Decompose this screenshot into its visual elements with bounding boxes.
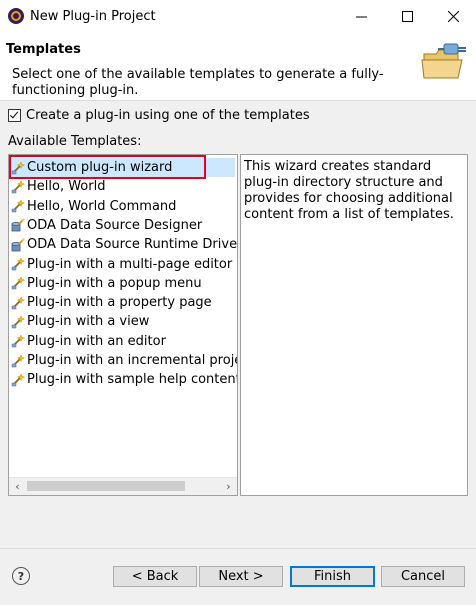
close-icon [447, 10, 459, 22]
back-button[interactable]: < Back [113, 566, 197, 587]
use-template-label: Create a plug-in using one of the templa… [26, 108, 310, 123]
close-button[interactable] [430, 0, 476, 32]
template-list-item[interactable]: ODA Data Source Designer [11, 216, 202, 235]
oda-icon [11, 218, 25, 232]
template-list-item[interactable]: Plug-in with a popup menu [11, 274, 202, 293]
footer-divider [0, 548, 476, 549]
wizard-icon [11, 257, 25, 271]
template-list-item-label: Hello, World [27, 179, 106, 195]
template-list-item[interactable]: Plug-in with an editor [11, 332, 166, 351]
template-list-item[interactable]: Plug-in with a view [11, 312, 149, 331]
help-icon[interactable]: ? [12, 567, 30, 585]
template-list-item[interactable]: Hello, World [11, 177, 105, 196]
templates-list[interactable]: Custom plug-in wizard Hello, World Hello, … [8, 154, 238, 496]
template-list-item-label: Plug-in with a multi-page editor [27, 256, 233, 272]
wizard-icon [11, 353, 25, 367]
maximize-button[interactable] [384, 0, 430, 32]
wizard-icon [11, 180, 25, 194]
template-list-item[interactable]: ODA Data Source Runtime Driver [11, 235, 238, 254]
template-description: This wizard creates standard plug-in dir… [244, 159, 454, 222]
wizard-header: Templates Select one of the available te… [0, 32, 476, 101]
minimize-icon [355, 16, 367, 17]
wizard-icon [11, 276, 25, 290]
window-title: New Plug-in Project [30, 8, 156, 24]
template-list-item-label: ODA Data Source Designer [27, 217, 203, 233]
wizard-icon [11, 334, 25, 348]
cancel-button[interactable]: Cancel [381, 566, 465, 587]
template-description-panel: This wizard creates standard plug-in dir… [240, 154, 468, 496]
plugin-folder-icon [421, 43, 466, 79]
wizard-icon [11, 315, 25, 329]
use-template-option[interactable]: Create a plug-in using one of the templa… [8, 108, 310, 123]
template-list-item-label: Plug-in with a popup menu [27, 275, 202, 291]
scrollbar-thumb[interactable] [27, 481, 185, 491]
use-template-checkbox[interactable] [8, 109, 21, 122]
template-list-item[interactable]: Plug-in with a property page [11, 293, 212, 312]
page-description: Select one of the available templates to… [12, 67, 384, 98]
minimize-button[interactable] [338, 0, 384, 32]
template-list-item[interactable]: Plug-in with a multi-page editor [11, 255, 232, 274]
template-list-item-label: ODA Data Source Runtime Driver [27, 237, 238, 253]
maximize-icon [401, 10, 413, 22]
template-list-item[interactable]: Plug-in with sample help content [11, 370, 238, 389]
selection-highlight-box [9, 155, 206, 179]
available-templates-label: Available Templates: [8, 134, 142, 149]
wizard-icon [11, 199, 25, 213]
template-list-item[interactable]: Hello, World Command [11, 197, 176, 216]
template-list-item[interactable]: Plug-in with an incremental project b [11, 351, 237, 370]
next-button[interactable]: Next > [199, 566, 283, 587]
template-list-item-label: Plug-in with sample help content [27, 372, 238, 388]
wizard-icon [11, 373, 25, 387]
finish-button[interactable]: Finish [290, 566, 375, 587]
page-title: Templates [6, 42, 81, 57]
template-list-item-label: Hello, World Command [27, 198, 177, 214]
template-list-item-label: Plug-in with a view [27, 314, 150, 330]
new-plugin-project-dialog: New Plug-in Project Templates Select one… [0, 0, 476, 605]
wizard-icon [11, 295, 25, 309]
template-list-item-label: Plug-in with an incremental project b [27, 353, 237, 368]
template-list-item-label: Plug-in with an editor [27, 333, 166, 349]
title-bar: New Plug-in Project [0, 0, 476, 32]
oda-icon [11, 238, 25, 252]
horizontal-scrollbar[interactable]: ‹ › [9, 477, 237, 495]
template-list-item-label: Plug-in with a property page [27, 295, 212, 311]
scroll-right-icon[interactable]: › [220, 478, 237, 495]
eclipse-icon [8, 8, 24, 24]
scroll-left-icon[interactable]: ‹ [9, 478, 26, 495]
window-controls [338, 0, 476, 32]
